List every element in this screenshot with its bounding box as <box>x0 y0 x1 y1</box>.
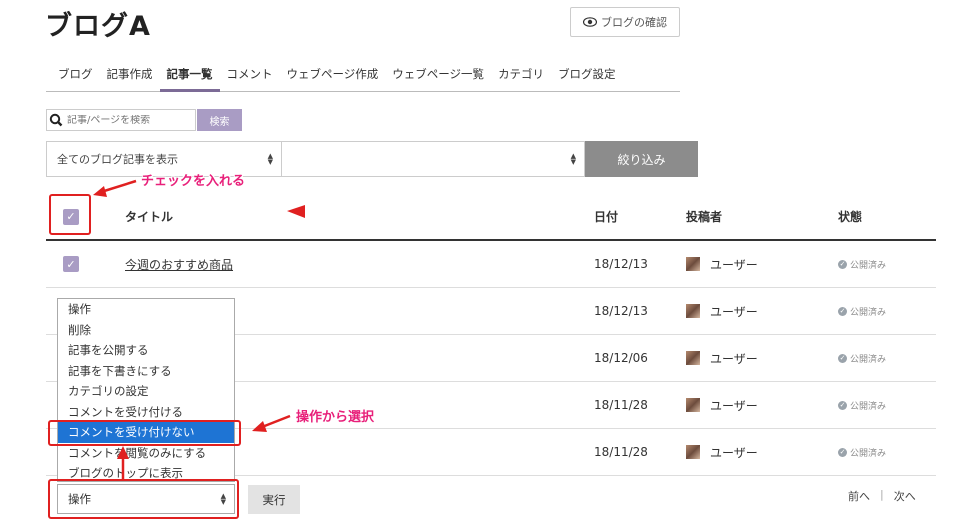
post-date: 18/12/06 <box>594 351 648 365</box>
table-row: ✓ 今週のおすすめ商品 18/12/13 ユーザー ✓ 公開済み <box>46 241 936 288</box>
status-text: 公開済み <box>850 260 887 271</box>
status-badge: ✓ 公開済み <box>838 352 886 365</box>
tab-webpage-list[interactable]: ウェブページ一覧 <box>385 60 491 92</box>
eye-icon <box>583 17 597 27</box>
header-status: 状態 <box>838 210 863 224</box>
highlight-reject-option <box>48 420 241 446</box>
header-author: 投稿者 <box>686 210 723 224</box>
blog-preview-button[interactable]: ブログの確認 <box>570 7 680 37</box>
status-text: 公開済み <box>850 354 887 365</box>
post-author: ユーザー <box>710 398 758 413</box>
status-text: 公開済み <box>850 307 887 318</box>
tab-new-post[interactable]: 記事作成 <box>100 60 160 92</box>
next-page-link[interactable]: 次へ <box>894 488 916 504</box>
filter-button[interactable]: 絞り込み <box>585 141 698 177</box>
check-circle-icon: ✓ <box>838 353 847 363</box>
check-circle-icon: ✓ <box>838 306 847 316</box>
highlight-select-all <box>49 194 91 235</box>
select-arrows-icon: ▲ ▼ <box>267 152 273 166</box>
avatar <box>686 304 700 318</box>
run-button[interactable]: 実行 <box>248 485 300 514</box>
option-publish[interactable]: 記事を公開する <box>58 340 234 361</box>
post-title-link[interactable]: 今週のおすすめ商品 <box>125 256 233 273</box>
post-date: 18/12/13 <box>594 304 648 318</box>
post-filter-value: 全てのブログ記事を表示 <box>57 153 178 166</box>
highlight-bulk-select <box>48 479 239 519</box>
post-date: 18/12/13 <box>594 257 648 271</box>
pagination: 前へ | 次へ <box>848 488 916 504</box>
tab-categories[interactable]: カテゴリ <box>491 60 551 92</box>
post-author: ユーザー <box>710 304 758 319</box>
prev-page-link[interactable]: 前へ <box>848 488 870 504</box>
blog-preview-label: ブログの確認 <box>601 16 667 29</box>
status-text: 公開済み <box>850 401 887 412</box>
annotation-select: 操作から選択 <box>296 410 375 425</box>
post-author: ユーザー <box>710 257 758 272</box>
search-box <box>46 109 196 131</box>
header-date: 日付 <box>594 210 619 224</box>
pager-separator: | <box>880 488 884 501</box>
check-circle-icon: ✓ <box>838 400 847 410</box>
avatar <box>686 398 700 412</box>
option-category[interactable]: カテゴリの設定 <box>58 381 234 402</box>
table-header: ✓ タイトル 日付 投稿者 状態 <box>46 194 936 241</box>
avatar <box>686 257 700 271</box>
select-arrows-icon: ▲ ▼ <box>570 152 576 166</box>
avatar <box>686 351 700 365</box>
header-title: タイトル <box>125 210 174 224</box>
post-author: ユーザー <box>710 445 758 460</box>
page-title: ブログA <box>45 11 151 42</box>
post-date: 18/11/28 <box>594 445 648 459</box>
tab-new-webpage[interactable]: ウェブページ作成 <box>280 60 386 92</box>
option-delete[interactable]: 削除 <box>58 320 234 341</box>
search-button[interactable]: 検索 <box>197 109 242 131</box>
row-checkbox[interactable]: ✓ <box>63 256 79 272</box>
post-author: ユーザー <box>710 351 758 366</box>
check-icon: ✓ <box>66 257 76 271</box>
avatar <box>686 445 700 459</box>
status-badge: ✓ 公開済み <box>838 399 886 412</box>
status-badge: ✓ 公開済み <box>838 258 886 271</box>
option-draft[interactable]: 記事を下書きにする <box>58 361 234 382</box>
annotation-check: チェックを入れる <box>141 174 246 189</box>
post-date: 18/11/28 <box>594 398 648 412</box>
tab-blog-settings[interactable]: ブログ設定 <box>551 60 623 92</box>
tab-comments[interactable]: コメント <box>220 60 280 92</box>
search-icon <box>49 113 63 127</box>
tab-bar: ブログ 記事作成 記事一覧 コメント ウェブページ作成 ウェブページ一覧 カテゴ… <box>46 60 680 92</box>
check-circle-icon: ✓ <box>838 259 847 269</box>
search-input[interactable] <box>65 114 187 126</box>
check-circle-icon: ✓ <box>838 447 847 457</box>
bulk-action-options: 操作 削除 記事を公開する 記事を下書きにする カテゴリの設定 コメントを受け付… <box>57 298 235 482</box>
option-action[interactable]: 操作 <box>58 299 234 320</box>
category-filter-select[interactable]: ▲ ▼ <box>281 141 585 177</box>
tab-post-list[interactable]: 記事一覧 <box>159 60 220 92</box>
status-badge: ✓ 公開済み <box>838 446 886 459</box>
tab-blog[interactable]: ブログ <box>46 60 100 92</box>
option-accept-comments[interactable]: コメントを受け付ける <box>58 402 234 423</box>
status-badge: ✓ 公開済み <box>838 305 886 318</box>
status-text: 公開済み <box>850 448 887 459</box>
